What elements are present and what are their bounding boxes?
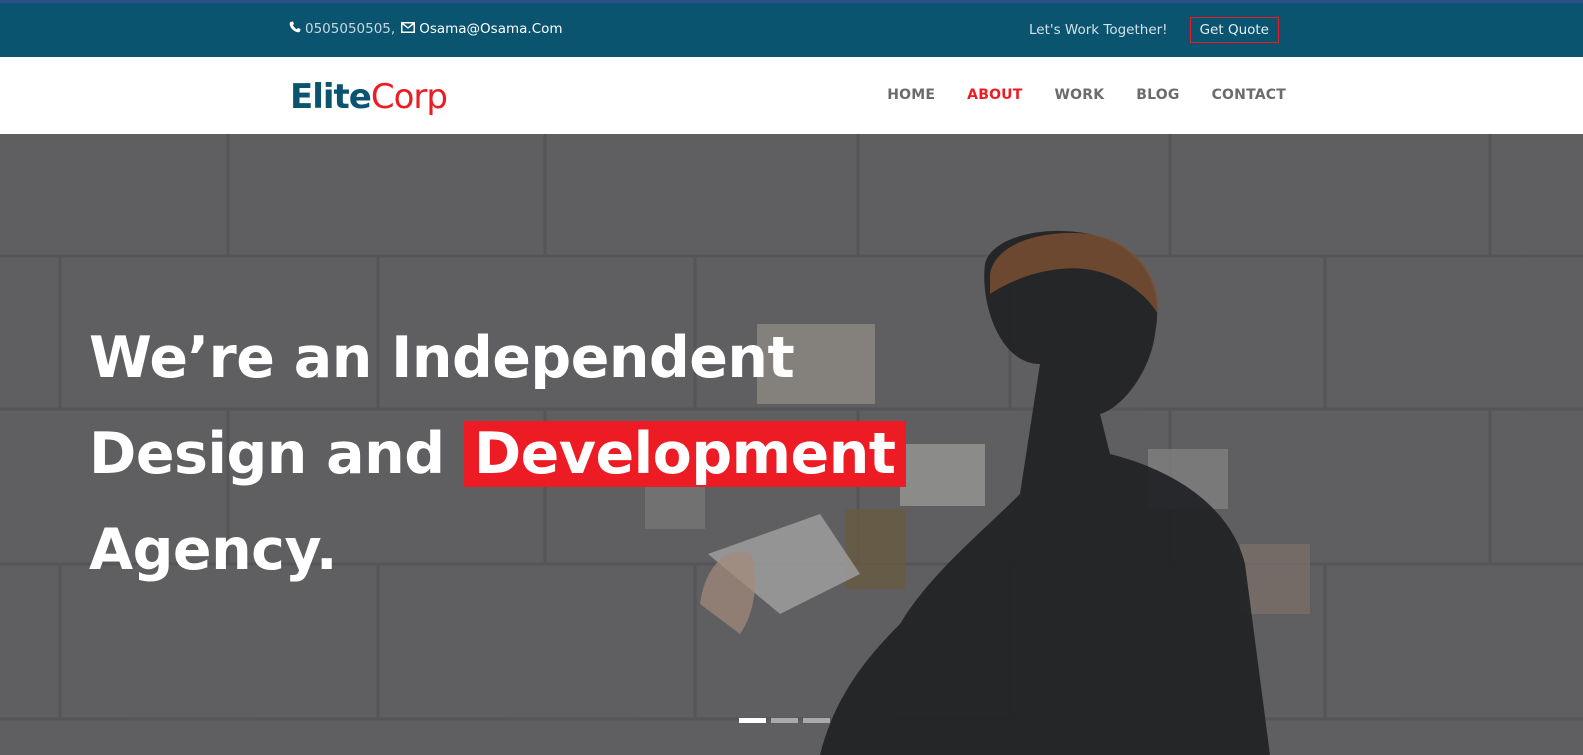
logo-part-elite: Elite	[290, 77, 372, 117]
hero-title-line-2: Design and Development	[89, 406, 906, 502]
nav-menu: HOME ABOUT WORK BLOG CONTACT	[855, 87, 1286, 103]
logo-part-corp: Corp	[370, 77, 448, 117]
nav-item-blog[interactable]: BLOG	[1136, 87, 1179, 103]
hero-slider: We’re an Independent Design and Developm…	[0, 134, 1583, 755]
topbar-actions: Let's Work Together! Get Quote	[1029, 17, 1279, 43]
nav-item-home[interactable]: HOME	[887, 87, 935, 103]
top-bar: 0505050505, Osama@Osama.Com Let's Work T…	[0, 0, 1583, 57]
nav-item-contact[interactable]: CONTACT	[1212, 87, 1286, 103]
envelope-icon	[401, 21, 416, 37]
main-navbar: EliteCorp HOME ABOUT WORK BLOG CONTACT	[0, 57, 1583, 134]
get-quote-button[interactable]: Get Quote	[1189, 17, 1279, 43]
hero-title-line-2-text: Design and	[89, 421, 464, 487]
hero-title: We’re an Independent Design and Developm…	[89, 310, 906, 598]
hero-title-line-3: Agency.	[89, 517, 338, 583]
slider-indicators	[739, 718, 835, 723]
slider-dot-1[interactable]	[739, 718, 766, 723]
nav-item-about[interactable]: ABOUT	[967, 87, 1022, 103]
contact-info: 0505050505, Osama@Osama.Com	[289, 21, 563, 37]
hero-title-line-1: We’re an Independent	[89, 325, 795, 391]
phone-icon	[289, 21, 301, 37]
phone-number: 0505050505,	[305, 21, 396, 37]
hero-title-highlight: Development	[463, 421, 906, 487]
tagline: Let's Work Together!	[1028, 22, 1168, 38]
slider-dot-2[interactable]	[771, 718, 798, 723]
email-link[interactable]: Osama@Osama.Com	[419, 21, 562, 37]
logo[interactable]: EliteCorp	[290, 77, 448, 117]
nav-item-work[interactable]: WORK	[1055, 87, 1105, 103]
slider-dot-3[interactable]	[803, 718, 830, 723]
